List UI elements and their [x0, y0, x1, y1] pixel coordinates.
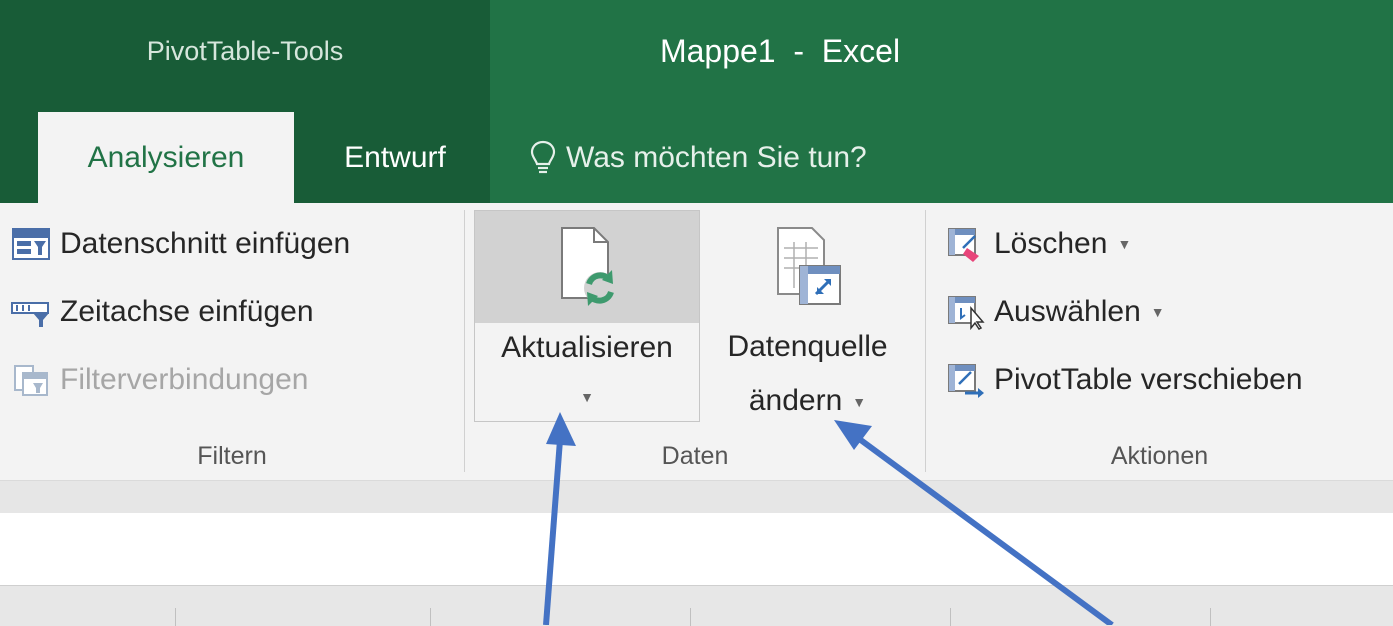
group-separator — [464, 210, 465, 472]
refresh-label: Aktualisieren — [501, 331, 673, 364]
move-pivottable-button[interactable]: PivotTable verschieben — [944, 352, 1303, 408]
ribbon-collapse-bar — [0, 480, 1393, 514]
change-data-source-label-line2: ändern ▼ — [700, 384, 915, 418]
group-separator — [925, 210, 926, 472]
context-title: PivotTable-Tools — [146, 35, 344, 66]
insert-slicer-button[interactable]: Datenschnitt einfügen — [10, 216, 350, 272]
change-data-source-button[interactable]: Datenquelle ändern ▼ — [700, 210, 915, 420]
column-divider[interactable] — [1210, 608, 1211, 626]
group-label-aktionen: Aktionen — [1110, 441, 1209, 470]
filter-connections-icon — [10, 362, 52, 398]
formula-bar[interactable] — [0, 513, 1393, 585]
change-data-source-label-line1: Datenquelle — [727, 330, 888, 363]
refresh-button[interactable]: Aktualisieren ▼ — [474, 210, 700, 422]
slicer-icon — [10, 226, 52, 262]
insert-timeline-label: Zeitachse einfügen — [60, 295, 314, 328]
move-pivottable-label: PivotTable verschieben — [994, 363, 1303, 396]
tab-entwurf[interactable]: Entwurf — [310, 112, 480, 203]
chevron-down-icon[interactable]: ▼ — [852, 394, 866, 410]
column-divider[interactable] — [430, 608, 431, 626]
timeline-icon — [10, 294, 52, 330]
lightbulb-icon — [530, 140, 556, 173]
window-title: Mappe1 - Excel — [659, 32, 901, 69]
group-label-daten: Daten — [661, 441, 729, 470]
clear-label: Löschen — [994, 227, 1108, 260]
filter-connections-label: Filterverbindungen — [60, 363, 309, 396]
tell-me-text: Was möchten Sie tun? — [566, 140, 867, 174]
chevron-down-icon[interactable]: ▼ — [475, 389, 699, 405]
filter-connections-button[interactable]: Filterverbindungen — [10, 352, 308, 408]
column-divider[interactable] — [175, 608, 176, 626]
tell-me-search[interactable]: Was möchten Sie tun? — [530, 112, 867, 203]
column-divider[interactable] — [950, 608, 951, 626]
group-label-filtern: Filtern — [197, 441, 267, 470]
chevron-down-icon[interactable]: ▼ — [1117, 236, 1131, 252]
move-pivottable-icon — [944, 362, 986, 398]
tab-analysieren[interactable]: Analysieren — [38, 112, 294, 203]
insert-slicer-label: Datenschnitt einfügen — [60, 227, 351, 260]
refresh-document-icon — [561, 227, 616, 306]
column-header-row — [0, 585, 1393, 626]
chevron-down-icon[interactable]: ▼ — [1151, 304, 1165, 320]
refresh-button-top — [475, 211, 699, 323]
clear-icon — [944, 226, 986, 262]
select-icon — [944, 294, 986, 330]
select-button[interactable]: Auswählen ▼ — [944, 284, 1165, 340]
column-divider[interactable] — [690, 608, 691, 626]
insert-timeline-button[interactable]: Zeitachse einfügen — [10, 284, 314, 340]
change-data-source-label-line2-text: ändern — [748, 384, 843, 417]
change-data-source-icon — [700, 222, 915, 312]
select-label: Auswählen — [994, 295, 1141, 328]
clear-button[interactable]: Löschen ▼ — [944, 216, 1131, 272]
